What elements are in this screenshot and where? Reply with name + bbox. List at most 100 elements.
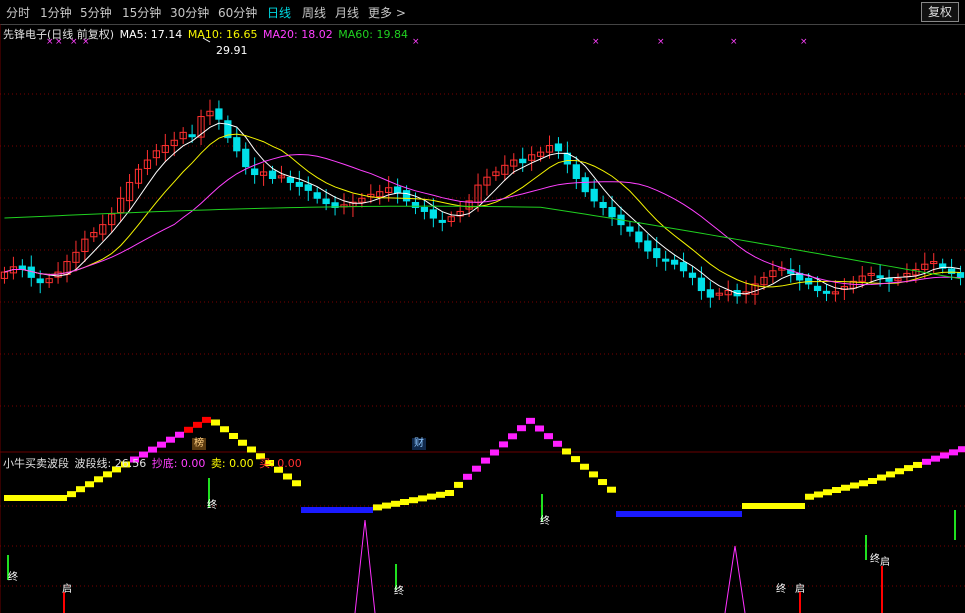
candle-body bbox=[822, 290, 831, 294]
sell-value: 卖: 0.00 bbox=[210, 457, 254, 470]
wave-block bbox=[49, 495, 58, 501]
candle-body bbox=[590, 188, 598, 202]
wave-block bbox=[526, 417, 535, 424]
wave-block bbox=[355, 507, 364, 513]
candle-body bbox=[304, 184, 312, 191]
indicator-title: 小牛买卖波段 bbox=[3, 457, 69, 470]
wave-block bbox=[760, 503, 769, 509]
signal-x-mark: × bbox=[82, 37, 90, 47]
wave-block bbox=[283, 473, 292, 480]
candle-body bbox=[519, 158, 527, 164]
wave-block bbox=[796, 503, 805, 509]
wave-block bbox=[427, 493, 436, 500]
wave-block bbox=[472, 465, 481, 472]
candle-body bbox=[322, 198, 330, 205]
wave-block bbox=[58, 495, 67, 501]
candle-body bbox=[242, 148, 250, 168]
wave-block bbox=[733, 511, 742, 517]
tab-60min[interactable]: 60分钟 bbox=[218, 4, 257, 21]
wave-block bbox=[382, 502, 391, 509]
bang-marker[interactable]: 榜 bbox=[192, 438, 206, 450]
wave-block bbox=[805, 493, 814, 500]
tab-30min[interactable]: 30分钟 bbox=[170, 4, 209, 21]
wave-block bbox=[499, 441, 508, 448]
wave-block bbox=[13, 495, 22, 501]
wave-block bbox=[229, 433, 238, 439]
signal-label: 终 bbox=[540, 514, 550, 527]
peak-price-label: 29.91 bbox=[216, 44, 248, 57]
wave-block bbox=[436, 491, 445, 498]
candle-body bbox=[947, 268, 956, 274]
candle-body bbox=[697, 277, 706, 292]
wave-block bbox=[166, 436, 175, 443]
wave-block bbox=[517, 425, 526, 432]
ma60-line bbox=[4, 205, 961, 280]
wave-block bbox=[103, 471, 112, 478]
sub-legend: 小牛买卖波段 波段线: 26.56 抄底: 0.00 卖: 0.00 买: 0.… bbox=[3, 455, 304, 471]
candle-body bbox=[813, 285, 822, 292]
tab-monthly[interactable]: 月线 bbox=[335, 4, 359, 21]
chaodi-spike bbox=[724, 545, 746, 613]
wave-block bbox=[364, 507, 373, 513]
wave-block bbox=[562, 448, 571, 455]
tab-15min[interactable]: 15分钟 bbox=[122, 4, 161, 21]
candle-body bbox=[268, 170, 277, 179]
wave-block bbox=[598, 479, 607, 486]
wave-block bbox=[400, 499, 409, 505]
wave-block bbox=[247, 446, 256, 453]
wave-block bbox=[850, 482, 859, 489]
wave-block bbox=[220, 426, 229, 433]
signal-label: 终 bbox=[776, 582, 786, 595]
tab-more[interactable]: 更多 > bbox=[368, 4, 406, 21]
tab-daily[interactable]: 日线 bbox=[267, 4, 291, 21]
signal-x-mark: × bbox=[55, 37, 63, 47]
wave-block bbox=[391, 500, 400, 507]
kline-chart[interactable]: 29.91× × × × × × × × ×终终终终终终启 启启 bbox=[0, 24, 965, 613]
wave-block bbox=[193, 421, 202, 428]
signal-label: 启 bbox=[62, 582, 72, 595]
candle-body bbox=[393, 186, 402, 194]
ma5-line bbox=[4, 122, 961, 295]
wave-block bbox=[904, 465, 913, 472]
signal-x-mark: × bbox=[46, 37, 54, 47]
wave-block bbox=[769, 503, 778, 509]
wave-block bbox=[4, 495, 13, 501]
tab-1min[interactable]: 1分钟 bbox=[40, 4, 72, 21]
wave-block bbox=[373, 504, 382, 511]
restore-rights-button[interactable]: 复权 bbox=[920, 2, 959, 22]
wave-block bbox=[85, 481, 94, 488]
signal-x-mark: × bbox=[657, 37, 665, 47]
candle-body bbox=[581, 177, 589, 193]
candle-body bbox=[679, 262, 688, 272]
signal-x-mark: × bbox=[800, 37, 808, 47]
wave-block bbox=[625, 511, 634, 517]
candle-body bbox=[670, 259, 679, 265]
buy-value: 买: 0.00 bbox=[259, 457, 302, 470]
peak-pointer bbox=[202, 37, 211, 43]
candle-body bbox=[295, 181, 303, 187]
candle-body bbox=[626, 226, 634, 232]
tab-intraday[interactable]: 分时 bbox=[6, 4, 30, 21]
cai-marker[interactable]: 财 bbox=[412, 438, 426, 450]
candle-body bbox=[644, 240, 652, 252]
wave-block bbox=[22, 495, 31, 501]
wave-block bbox=[535, 425, 544, 432]
signal-label: 终 bbox=[207, 498, 217, 511]
signal-label: 启 bbox=[880, 555, 890, 568]
candle-body bbox=[438, 219, 446, 223]
wave-block bbox=[697, 511, 706, 517]
signal-label: 终 bbox=[394, 584, 404, 597]
chaodi-spike bbox=[354, 519, 376, 613]
tab-weekly[interactable]: 周线 bbox=[302, 4, 326, 21]
candle-body bbox=[554, 143, 563, 152]
wave-block bbox=[445, 490, 454, 496]
wave-block bbox=[481, 457, 490, 464]
wave-block bbox=[661, 511, 670, 517]
candle-body bbox=[251, 168, 259, 176]
wave-block bbox=[931, 455, 940, 462]
wave-block bbox=[895, 468, 904, 475]
candle-body bbox=[286, 176, 295, 183]
wave-block bbox=[841, 484, 850, 491]
candle-body bbox=[402, 190, 411, 202]
tab-5min[interactable]: 5分钟 bbox=[80, 4, 112, 21]
